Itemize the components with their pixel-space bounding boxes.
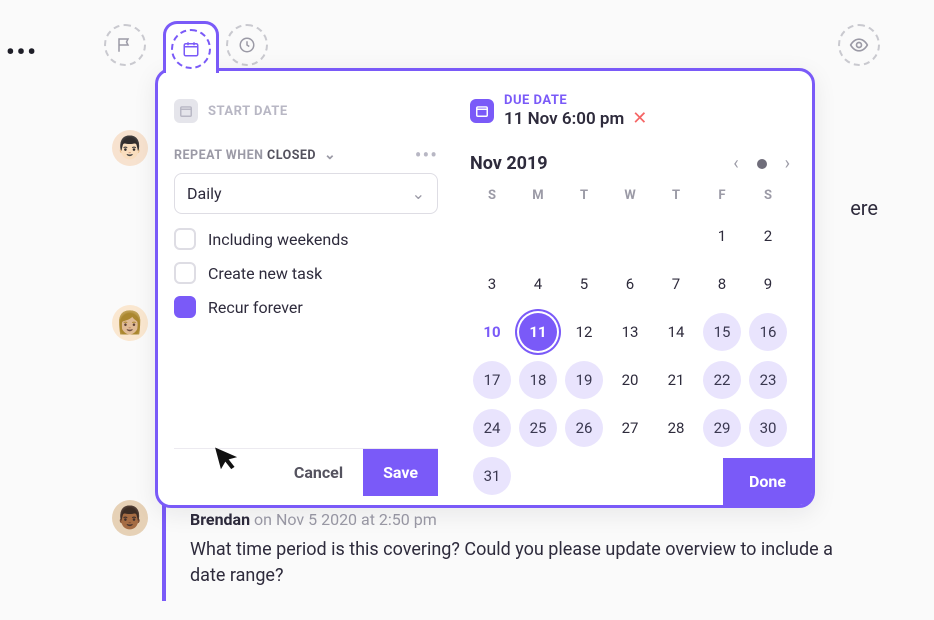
repeat-when-toggle[interactable]: REPEAT WHEN CLOSED ⌄ [174, 147, 336, 163]
checkbox-label: Recur forever [208, 298, 303, 317]
calendar-day[interactable]: 4 [519, 265, 557, 303]
popover-tab-calendar[interactable] [163, 21, 219, 73]
calendar-day[interactable]: 26 [565, 409, 603, 447]
frequency-select[interactable]: Daily ⌄ [174, 173, 438, 214]
calendar-day[interactable]: 12 [565, 313, 603, 351]
day-of-week-header: F [700, 182, 744, 209]
calendar-day[interactable]: 19 [565, 361, 603, 399]
calendar-day[interactable]: 1 [703, 217, 741, 255]
frequency-value: Daily [187, 184, 222, 203]
checkbox-row[interactable]: Recur forever [174, 296, 438, 318]
calendar-day[interactable]: 11 [519, 313, 557, 351]
calendar-day[interactable]: 6 [611, 265, 649, 303]
date-popover: START DATE REPEAT WHEN CLOSED ⌄ ••• Dail… [155, 68, 815, 508]
calendar-day[interactable]: 15 [703, 313, 741, 351]
calendar-month-title: Nov 2019 [470, 153, 548, 174]
background-text: ere [850, 196, 878, 220]
checkbox-label: Create new task [208, 264, 322, 283]
checkbox-label: Including weekends [208, 230, 349, 249]
calendar-day[interactable]: 3 [473, 265, 511, 303]
more-menu[interactable]: ••• [6, 38, 38, 66]
calendar-day[interactable]: 27 [611, 409, 649, 447]
clear-due-date[interactable]: ✕ [632, 108, 647, 129]
avatar: 👨🏻 [112, 130, 148, 166]
chevron-down-icon: ⌄ [320, 147, 336, 163]
due-date-label: DUE DATE [504, 93, 647, 108]
calendar-day[interactable]: 23 [749, 361, 787, 399]
done-button[interactable]: Done [723, 458, 812, 505]
calendar-day[interactable]: 22 [703, 361, 741, 399]
calendar-day[interactable]: 28 [657, 409, 695, 447]
repeat-more-menu[interactable]: ••• [415, 143, 438, 167]
calendar-day[interactable]: 16 [749, 313, 787, 351]
calendar-day[interactable]: 21 [657, 361, 695, 399]
calendar-day[interactable]: 8 [703, 265, 741, 303]
comment-meta: on Nov 5 2020 at 2:50 pm [254, 510, 437, 529]
comment-author: Brendan [190, 510, 250, 529]
calendar-day[interactable]: 17 [473, 361, 511, 399]
calendar-day[interactable]: 14 [657, 313, 695, 351]
due-date-value[interactable]: 11 Nov 6:00 pm [504, 109, 624, 129]
flag-icon[interactable] [104, 24, 146, 66]
day-of-week-header: M [516, 182, 560, 209]
checkbox-row[interactable]: Create new task [174, 262, 438, 284]
next-month-button[interactable]: › [785, 153, 790, 174]
cancel-button[interactable]: Cancel [274, 449, 363, 496]
calendar-day[interactable]: 30 [749, 409, 787, 447]
calendar-day[interactable]: 9 [749, 265, 787, 303]
calendar-day[interactable]: 7 [657, 265, 695, 303]
day-of-week-header: T [562, 182, 606, 209]
start-date-label[interactable]: START DATE [208, 104, 288, 119]
save-button[interactable]: Save [363, 449, 438, 496]
day-of-week-header: W [608, 182, 652, 209]
prev-month-button[interactable]: ‹ [733, 153, 738, 174]
calendar-day[interactable]: 29 [703, 409, 741, 447]
calendar-icon [171, 29, 211, 69]
calendar-day[interactable]: 10 [473, 313, 511, 351]
day-of-week-header: T [654, 182, 698, 209]
eye-icon[interactable] [838, 24, 880, 66]
calendar-day[interactable]: 31 [473, 457, 511, 495]
today-button[interactable] [757, 159, 767, 169]
chevron-down-icon: ⌄ [412, 184, 425, 203]
comment-body: What time period is this covering? Could… [190, 537, 838, 589]
comment: Brendan on Nov 5 2020 at 2:50 pm What ti… [162, 498, 862, 601]
checkbox-row[interactable]: Including weekends [174, 228, 438, 250]
day-of-week-header: S [470, 182, 514, 209]
calendar-icon [470, 99, 494, 123]
calendar-day[interactable]: 25 [519, 409, 557, 447]
checkbox[interactable] [174, 296, 196, 318]
calendar-day[interactable]: 20 [611, 361, 649, 399]
clock-icon[interactable] [226, 24, 268, 66]
day-of-week-header: S [746, 182, 790, 209]
avatar: 👩🏼 [112, 305, 148, 341]
calendar-day[interactable]: 18 [519, 361, 557, 399]
checkbox[interactable] [174, 228, 196, 250]
calendar-icon [174, 99, 198, 123]
avatar: 👨🏾 [112, 500, 148, 536]
calendar-day[interactable]: 24 [473, 409, 511, 447]
calendar-day[interactable]: 2 [749, 217, 787, 255]
calendar-day[interactable]: 13 [611, 313, 649, 351]
calendar-day[interactable]: 5 [565, 265, 603, 303]
checkbox[interactable] [174, 262, 196, 284]
